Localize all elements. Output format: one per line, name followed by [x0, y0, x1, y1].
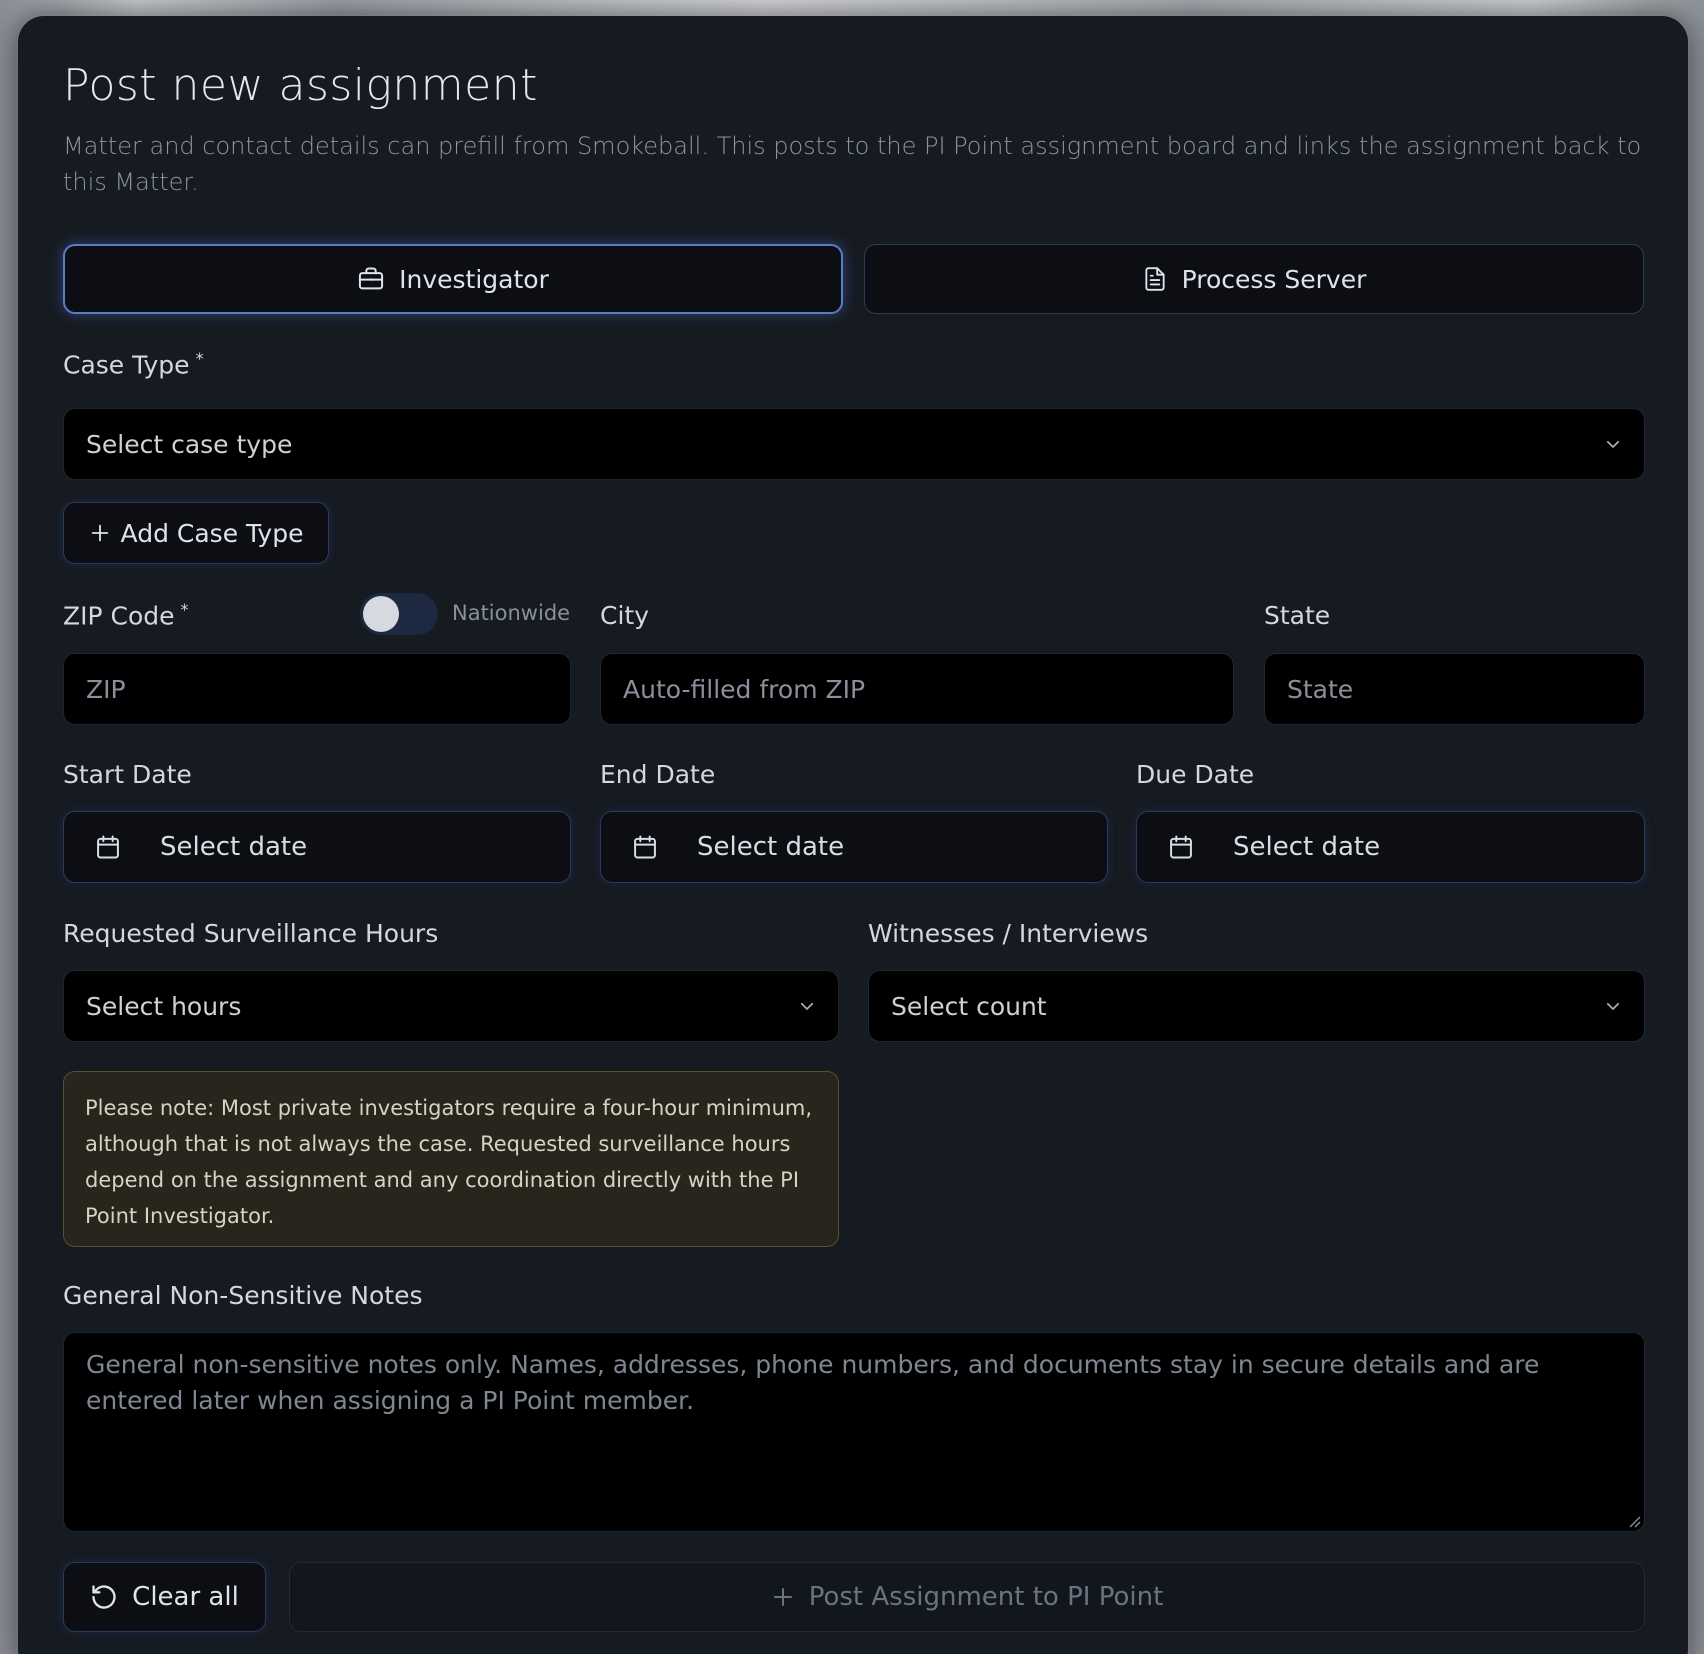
surveillance-note: Please note: Most private investigators … — [63, 1071, 839, 1247]
document-icon — [1142, 265, 1168, 293]
due-date-label: Due Date — [1136, 760, 1255, 789]
nationwide-label: Nationwide — [452, 601, 571, 625]
calendar-icon — [94, 833, 122, 861]
city-input[interactable]: Auto-filled from ZIP — [600, 653, 1234, 725]
witnesses-label: Witnesses / Interviews — [868, 919, 1149, 948]
tab-process-server[interactable]: Process Server — [864, 244, 1644, 314]
witnesses-select[interactable]: Select count — [868, 970, 1645, 1042]
tab-investigator[interactable]: Investigator — [63, 244, 843, 314]
tab-investigator-label: Investigator — [399, 264, 549, 294]
end-date-picker[interactable]: Select date — [600, 811, 1108, 883]
state-label: State — [1264, 601, 1331, 630]
post-assignment-button[interactable]: Post Assignment to PI Point — [289, 1562, 1645, 1632]
add-case-type-button[interactable]: Add Case Type — [63, 502, 329, 564]
chevron-down-icon — [1604, 435, 1622, 453]
notes-textarea[interactable]: General non-sensitive notes only. Names,… — [63, 1332, 1645, 1532]
state-input[interactable]: State — [1264, 653, 1645, 725]
chevron-down-icon — [798, 997, 816, 1015]
end-date-label: End Date — [600, 760, 716, 789]
chevron-down-icon — [1604, 997, 1622, 1015]
calendar-icon — [631, 833, 659, 861]
assignment-form-panel: Post new assignment Matter and contact d… — [18, 16, 1688, 1654]
clear-all-button[interactable]: Clear all — [63, 1562, 266, 1632]
calendar-icon — [1167, 833, 1195, 861]
start-date-picker[interactable]: Select date — [63, 811, 571, 883]
city-label: City — [600, 601, 649, 630]
page-subtitle: Matter and contact details can prefill f… — [63, 132, 1642, 196]
due-date-picker[interactable]: Select date — [1136, 811, 1645, 883]
case-type-select[interactable]: Select case type — [63, 408, 1645, 480]
zip-input[interactable]: ZIP — [63, 653, 571, 725]
zip-code-label: ZIP Code * — [63, 600, 189, 631]
reset-icon — [90, 1583, 118, 1611]
plus-icon — [89, 522, 111, 544]
nationwide-toggle[interactable] — [360, 593, 438, 635]
plus-icon — [771, 1585, 795, 1609]
briefcase-icon — [357, 265, 385, 293]
notes-label: General Non-Sensitive Notes — [63, 1281, 423, 1310]
resize-handle-icon[interactable] — [1627, 1514, 1641, 1528]
tab-process-server-label: Process Server — [1181, 264, 1367, 294]
case-type-label: Case Type * — [63, 349, 204, 380]
surveillance-hours-label: Requested Surveillance Hours — [63, 919, 439, 948]
page-title: Post new assignment — [63, 60, 538, 111]
start-date-label: Start Date — [63, 760, 192, 789]
surveillance-hours-select[interactable]: Select hours — [63, 970, 839, 1042]
